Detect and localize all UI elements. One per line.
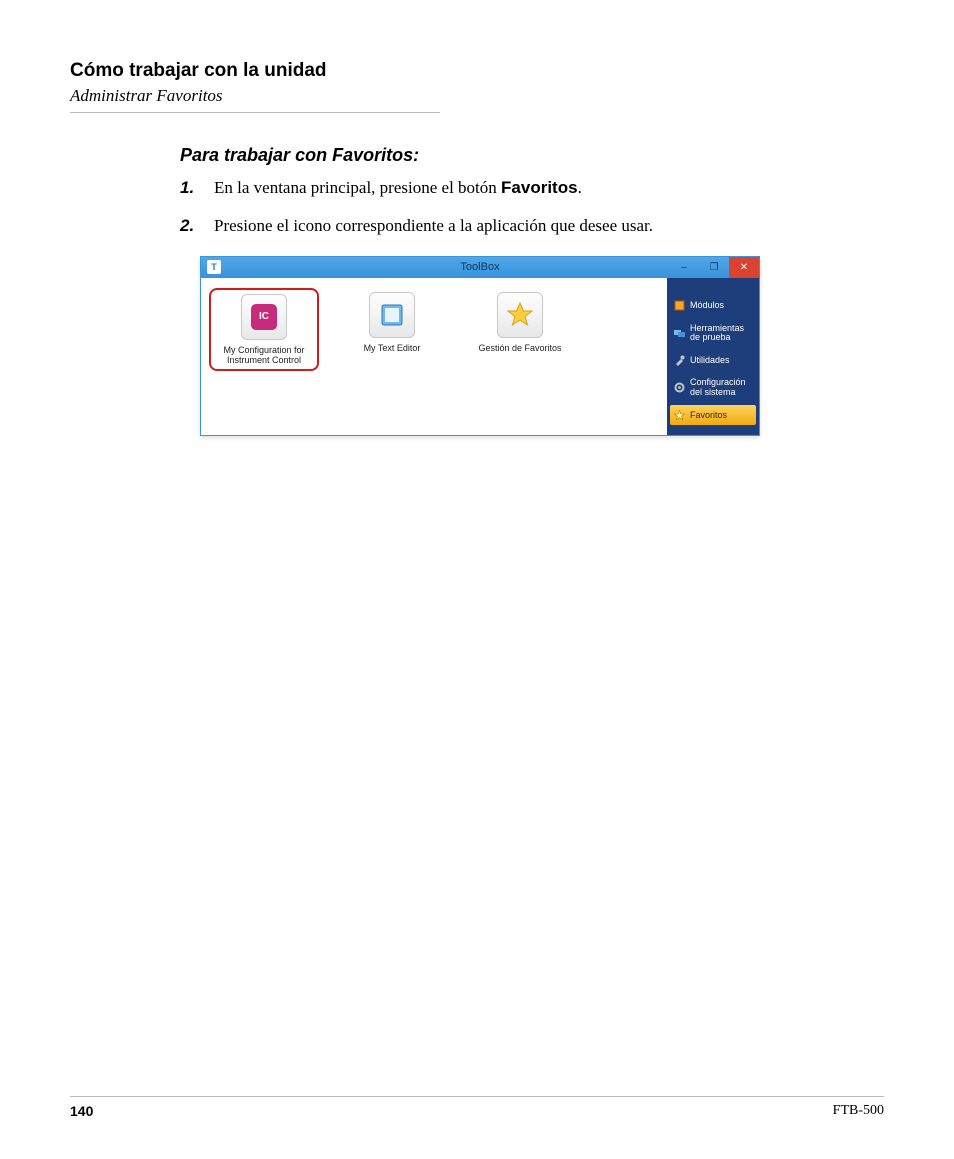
gear-icon [673,382,685,394]
step-row: 2. Presione el icono correspondiente a l… [180,214,844,238]
step-row: 1. En la ventana principal, presione el … [180,176,844,200]
window-main-area: IC My Configuration for Instrument Contr… [201,278,667,435]
step-text-bold: Favoritos [501,178,578,197]
sidebar-item-modulos[interactable]: Módulos [670,296,756,316]
page-footer: 140 FTB-500 [70,1096,884,1119]
maximize-button[interactable]: ❐ [699,257,729,278]
star-icon [673,409,685,421]
wrench-icon [673,354,685,366]
header-rule [70,112,440,113]
step-number: 1. [180,176,214,200]
document-id: FTB-500 [833,1103,884,1119]
sidebar-item-utilidades[interactable]: Utilidades [670,350,756,370]
ic-badge-icon: IC [251,304,277,330]
section-heading: Para trabajar con Favoritos: [180,145,844,166]
step-text: Presione el icono correspondiente a la a… [214,214,653,238]
app-tile-favorites-mgmt[interactable]: Gestión de Favoritos [465,288,575,357]
window-title: ToolBox [460,261,499,273]
page-title: Cómo trabajar con la unidad [70,60,884,82]
modules-icon [673,300,685,312]
step-text-post: . [578,178,582,197]
notepad-icon [369,292,415,338]
step-text-pre: En la ventana principal, presione el bot… [214,178,501,197]
tile-label: My Text Editor [364,343,421,353]
page-number: 140 [70,1103,93,1119]
sidebar-item-label: Módulos [690,301,724,310]
sidebar-item-label: Herramientas de prueba [690,324,753,343]
window-controls: – ❐ ✕ [669,257,759,278]
content-area: Para trabajar con Favoritos: 1. En la ve… [180,145,844,436]
page-subtitle: Administrar Favoritos [70,86,884,106]
step-number: 2. [180,214,214,238]
tools-icon [673,327,685,339]
star-icon [497,292,543,338]
footer-rule [70,1096,884,1097]
toolbox-window: T ToolBox – ❐ ✕ IC My Configuration for … [200,256,760,436]
sidebar-item-favoritos[interactable]: Favoritos [670,405,756,425]
window-app-icon: T [207,260,221,274]
page-header: Cómo trabajar con la unidad Administrar … [70,60,884,113]
app-tile-instrument-control[interactable]: IC My Configuration for Instrument Contr… [209,288,319,372]
tile-label: Gestión de Favoritos [478,343,561,353]
sidebar-item-label: Utilidades [690,356,730,365]
sidebar-item-label: Configuración del sistema [690,378,753,397]
window-titlebar[interactable]: T ToolBox – ❐ ✕ [201,257,759,278]
step-text-pre: Presione el icono correspondiente a la a… [214,216,653,235]
sidebar-item-herramientas[interactable]: Herramientas de prueba [670,320,756,347]
window-body: IC My Configuration for Instrument Contr… [201,278,759,435]
tile-label: My Configuration for Instrument Control [215,345,313,366]
window-sidebar: Módulos Herramientas de prueba Utilidade… [667,278,759,435]
minimize-button[interactable]: – [669,257,699,278]
close-button[interactable]: ✕ [729,257,759,278]
ic-icon: IC [241,294,287,340]
step-text: En la ventana principal, presione el bot… [214,176,582,200]
sidebar-item-configuracion[interactable]: Configuración del sistema [670,374,756,401]
sidebar-item-label: Favoritos [690,411,727,420]
app-tile-text-editor[interactable]: My Text Editor [337,288,447,357]
